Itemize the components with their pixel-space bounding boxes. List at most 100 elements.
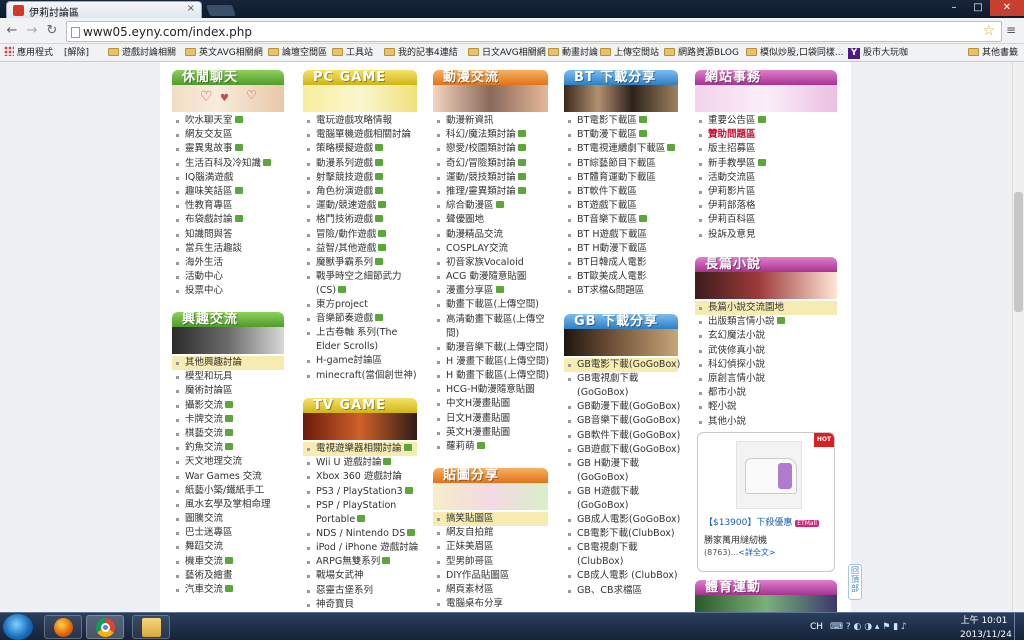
forum-link[interactable]: 靈異鬼故事 — [172, 142, 284, 156]
section-title[interactable]: 動漫交流 — [433, 70, 548, 85]
section-title[interactable]: 網站事務 — [695, 70, 837, 85]
maximize-button[interactable]: □ — [966, 0, 990, 16]
forum-link[interactable]: 電腦桌布分享 — [433, 597, 548, 611]
forum-link[interactable]: 中文H漫畫貼圖 — [433, 397, 548, 411]
tab-eyny[interactable]: 伊莉討論區 × — [6, 1, 202, 18]
forum-link[interactable]: 動漫音樂下載(上傳空間) — [433, 341, 548, 355]
forum-link[interactable]: 科幻偵探小說 — [695, 358, 837, 372]
section-title[interactable]: PC GAME — [303, 70, 417, 85]
bookmark-item[interactable]: 我的記事4連結 — [384, 46, 458, 60]
forum-link[interactable]: 東方project — [303, 298, 417, 312]
forum-link[interactable]: 版主招募區 — [695, 142, 837, 156]
forum-link[interactable]: 上古卷軸 系列(The Elder Scrolls) — [303, 326, 417, 354]
forum-link[interactable]: 動畫下載區(上傳空間) — [433, 298, 548, 312]
forum-link[interactable]: 魔獸爭霸系列 — [303, 256, 417, 270]
bookmark-item[interactable]: [解除] — [64, 46, 89, 60]
forum-link[interactable]: 網友交友區 — [172, 128, 284, 142]
page-scrollbar[interactable] — [1012, 62, 1024, 612]
reload-icon[interactable]: ↻ — [44, 23, 60, 39]
section-title[interactable]: TV GAME — [303, 398, 417, 413]
forum-link[interactable]: 策略模擬遊戲 — [303, 142, 417, 156]
section-title[interactable]: GB 下載分享 — [564, 314, 678, 329]
forum-link[interactable]: 藝術及繪畫 — [172, 569, 284, 583]
forum-link[interactable]: GB電影下載(GoGoBox) — [564, 358, 680, 373]
forum-link[interactable]: 科幻/魔法類討論 — [433, 128, 548, 142]
forum-link[interactable]: 機車交流 — [172, 555, 284, 569]
forum-link[interactable]: 釣魚交流 — [172, 441, 284, 455]
forum-link[interactable]: GB軟件下載(GoGoBox) — [564, 429, 680, 443]
forum-link[interactable]: GB電視劇下載(GoGoBox) — [564, 372, 678, 400]
bookmark-item[interactable]: 遊戲討論相關 — [108, 46, 176, 60]
forum-link[interactable]: 巴士迷專區 — [172, 526, 284, 540]
forum-link[interactable]: IQ腦満遊戲 — [172, 171, 284, 185]
bookmark-item[interactable]: Y 股市大玩咖 — [848, 46, 908, 60]
forum-link[interactable]: 益智/其他遊戲 — [303, 242, 417, 256]
bookmark-item[interactable]: 工具站 — [332, 46, 373, 60]
forum-link[interactable]: CB成人電影 (ClubBox) — [564, 569, 678, 583]
forum-link[interactable]: 趣味笑話區 — [172, 185, 284, 199]
forum-link[interactable]: COSPLAY交流 — [433, 242, 548, 256]
start-button[interactable] — [3, 614, 33, 640]
forum-link[interactable]: 性教育專區 — [172, 199, 284, 213]
forum-link[interactable]: 知識問與答 — [172, 228, 284, 242]
forum-link[interactable]: 英文H漫畫貼圖 — [433, 426, 548, 440]
ad-price[interactable]: 【$13900】下殺優惠 — [704, 518, 792, 528]
forum-link[interactable]: 射擊競技遊戲 — [303, 171, 417, 185]
forum-link[interactable]: H-game討論區 — [303, 354, 417, 368]
forum-link[interactable]: 伊莉影片區 — [695, 185, 837, 199]
forum-link[interactable]: 漫畫分享區 — [433, 284, 548, 298]
bookmark-item[interactable]: 其他書籤 — [968, 46, 1018, 60]
bookmark-item[interactable]: 動畫討論 — [548, 46, 598, 60]
forum-link[interactable]: minecraft(當個創世神) — [303, 369, 417, 383]
new-tab-button[interactable] — [205, 5, 237, 16]
forum-link[interactable]: BT音樂下載區 — [564, 213, 678, 227]
forum-link[interactable]: 汽車交流 — [172, 583, 284, 597]
forum-link[interactable]: War Games 交流 — [172, 470, 284, 484]
section-title[interactable]: BT 下載分享 — [564, 70, 678, 85]
forum-link[interactable]: 網頁素材區 — [433, 583, 548, 597]
ad-title[interactable]: 勝家萬用縫紉機 — [704, 533, 767, 546]
forum-link[interactable]: 戰場女武神 — [303, 569, 417, 583]
taskbar-explorer[interactable] — [132, 615, 170, 639]
forum-link[interactable]: BT日韓成人電影 — [564, 256, 678, 270]
forum-link[interactable]: 投票中心 — [172, 284, 284, 298]
show-desktop-button[interactable] — [1014, 613, 1024, 640]
forum-link[interactable]: 電玩遊戲攻略情報 — [303, 114, 417, 128]
forum-link[interactable]: 風水玄學及掌相命理 — [172, 498, 284, 512]
forum-link[interactable]: 電腦單機遊戲相關討論 — [303, 128, 417, 142]
forum-link[interactable]: 輕小說 — [695, 400, 837, 414]
forum-link[interactable]: 初音家族Vocaloid — [433, 256, 548, 270]
forum-link[interactable]: BT電視連續劇下載區 — [564, 142, 678, 156]
forum-link[interactable]: 其他小說 — [695, 415, 837, 429]
forum-link[interactable]: ACG 動漫隨意貼圖 — [433, 270, 548, 284]
bookmark-item[interactable]: 上傳空間站 — [600, 46, 659, 60]
forum-link[interactable]: BT體育運動下載區 — [564, 171, 678, 185]
forum-link[interactable]: 吹水聊天室 — [172, 114, 284, 128]
section-title[interactable]: 興趣交流 — [172, 312, 284, 327]
forum-link[interactable]: BT歐美成人電影 — [564, 270, 678, 284]
forum-link[interactable]: ARPG無雙系列 — [303, 555, 417, 569]
close-tab-icon[interactable]: × — [187, 3, 195, 14]
forum-link[interactable]: 活動交流區 — [695, 171, 837, 185]
forum-link[interactable]: 布袋戲討論 — [172, 213, 284, 227]
forum-link[interactable]: 天文地理交流 — [172, 455, 284, 469]
section-title[interactable]: 體育運動 — [695, 580, 837, 595]
clock[interactable]: 上午 10:01 2013/11/24 — [960, 614, 1012, 640]
back-to-top-button[interactable]: 回頂部 — [848, 564, 862, 600]
forum-link[interactable]: 長篇小說交流園地 — [695, 301, 837, 316]
forum-link[interactable]: 當兵生活趣談 — [172, 242, 284, 256]
forum-link[interactable]: BT動漫下載區 — [564, 128, 678, 142]
forum-link[interactable]: 日文H漫畫貼圖 — [433, 412, 548, 426]
forum-link[interactable]: CB電視劇下載(ClubBox) — [564, 541, 678, 569]
forum-link[interactable]: 角色扮演遊戲 — [303, 185, 417, 199]
forward-arrow-icon[interactable]: → — [24, 23, 40, 39]
forum-link[interactable]: 都市小說 — [695, 386, 837, 400]
close-window-button[interactable]: ✕ — [990, 0, 1024, 16]
forum-link[interactable]: 推理/靈異類討論 — [433, 185, 548, 199]
forum-link[interactable]: 戰爭時空之細節武力(CS) — [303, 270, 417, 298]
forum-link[interactable]: BT H遊戲下載區 — [564, 228, 678, 242]
address-bar[interactable]: www05.eyny.com/index.php ☆ — [66, 21, 1002, 42]
forum-link[interactable]: 新手教學區 — [695, 157, 837, 171]
forum-link[interactable]: 重要公告區 — [695, 114, 837, 128]
ad-more-link[interactable]: <詳全文> — [738, 548, 775, 557]
